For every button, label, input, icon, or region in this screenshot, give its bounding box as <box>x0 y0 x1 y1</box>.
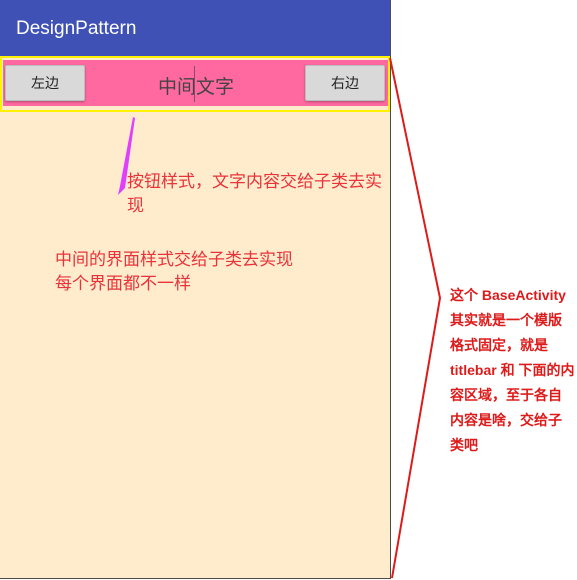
magenta-arrow-icon <box>118 117 135 195</box>
red-bracket-icon <box>389 57 442 579</box>
base-activity-note: 这个 BaseActivity 其实就是一个模版格式固定，就是 titlebar… <box>450 287 575 453</box>
